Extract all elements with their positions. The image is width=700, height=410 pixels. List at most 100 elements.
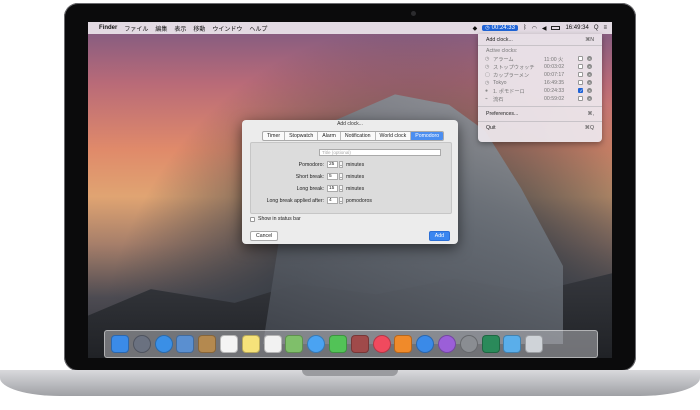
remove-clock-icon[interactable]: × bbox=[587, 56, 592, 61]
tab-alarm[interactable]: Alarm bbox=[318, 132, 341, 140]
bluetooth-icon[interactable]: ᛒ bbox=[523, 25, 527, 31]
menu-view[interactable]: 表示 bbox=[174, 24, 186, 33]
world-clock-icon: ◷ bbox=[485, 80, 490, 86]
clock-item-time: 00:24:33 bbox=[544, 88, 565, 94]
dropbox-icon[interactable]: ◆ bbox=[473, 25, 478, 32]
menu-edit[interactable]: 編集 bbox=[155, 24, 167, 33]
long-break-after-stepper[interactable] bbox=[339, 197, 343, 204]
pomodoro-minutes-field[interactable]: 25 bbox=[327, 161, 338, 168]
itunes-icon[interactable] bbox=[372, 335, 391, 353]
remove-clock-icon[interactable]: × bbox=[587, 96, 592, 101]
spotlight-search-icon[interactable]: Q bbox=[594, 25, 599, 31]
menu-window[interactable]: ウインドウ bbox=[212, 24, 242, 33]
menubar-time[interactable]: 16:49:34 bbox=[565, 25, 588, 31]
long-break-minutes-field[interactable]: 15 bbox=[327, 185, 338, 192]
clock-status-icon: ◷ bbox=[485, 25, 490, 31]
maps-icon[interactable] bbox=[285, 335, 304, 353]
add-clock-dialog: Add clock... Timer Stopwatch Alarm Notif… bbox=[242, 120, 458, 244]
battery-icon[interactable] bbox=[551, 26, 561, 30]
show-in-status-bar-row: Show in status bar bbox=[250, 216, 301, 222]
long-break-stepper[interactable] bbox=[339, 185, 343, 192]
clock-item-name: アラーム bbox=[493, 56, 514, 63]
status-area: ◆ ◷ 00:24:33 ᛒ ◠ ◀ 16:49:34 Q ≡ bbox=[473, 25, 612, 32]
long-break-after-unit: pomodoros bbox=[346, 198, 372, 204]
long-break-after-field[interactable]: 4 bbox=[327, 197, 338, 204]
notes-icon[interactable] bbox=[241, 335, 260, 353]
camera bbox=[411, 11, 416, 16]
long-break-label: Long break: bbox=[296, 186, 324, 192]
launchpad-icon[interactable] bbox=[132, 335, 151, 353]
menu-item-preferences[interactable]: Preferences... ⌘, bbox=[478, 110, 602, 118]
menu-bar: Finder ファイル 編集 表示 移動 ウインドウ ヘルプ ◆ ◷ 00:24… bbox=[88, 22, 612, 34]
remove-clock-icon[interactable]: × bbox=[587, 72, 592, 77]
finder-icon[interactable] bbox=[111, 335, 129, 353]
short-break-label: Short break: bbox=[295, 174, 324, 180]
menu-item-quit[interactable]: Quit ⌘Q bbox=[478, 124, 602, 132]
show-in-status-bar-checkbox[interactable] bbox=[250, 216, 255, 222]
contacts-icon[interactable] bbox=[198, 335, 217, 353]
reminders-icon[interactable] bbox=[263, 335, 282, 353]
active-clocks-header: Active clocks: bbox=[478, 47, 602, 55]
add-button[interactable]: Add bbox=[428, 231, 450, 241]
tab-stopwatch[interactable]: Stopwatch bbox=[285, 132, 319, 140]
safari-icon[interactable] bbox=[154, 335, 173, 353]
clock-item-cup-noodle[interactable]: ▢ カップラーメン 00:07:17 × bbox=[478, 71, 602, 79]
menu-file[interactable]: ファイル bbox=[124, 24, 148, 33]
add-clock-label: Add clock... bbox=[486, 37, 513, 43]
laptop-notch bbox=[302, 370, 398, 376]
short-break-minutes-field[interactable]: 5 bbox=[327, 173, 338, 180]
remove-clock-icon[interactable]: × bbox=[587, 64, 592, 69]
screen-icon[interactable] bbox=[481, 335, 500, 353]
notification-icon: ⌁ bbox=[485, 96, 489, 102]
clock-item-tokyo[interactable]: ◷ Tokyo 16:49:35 × bbox=[478, 79, 602, 87]
clock-item-alarm[interactable]: ◷ アラーム 11:00 火 × bbox=[478, 55, 602, 63]
app-store-icon[interactable] bbox=[416, 335, 435, 353]
tab-notification[interactable]: Notification bbox=[341, 132, 376, 140]
clock-item-checkbox[interactable] bbox=[578, 64, 583, 69]
short-break-stepper[interactable] bbox=[339, 173, 343, 180]
clock-item-stopwatch[interactable]: ◷ ストップウォッチ 00:03:02 × bbox=[478, 63, 602, 71]
clock-item-pomodoro[interactable]: ● 1. ポモドーロ 00:24:33 × bbox=[478, 87, 602, 95]
clock-type-tabs: Timer Stopwatch Alarm Notification World… bbox=[262, 131, 445, 141]
trash-icon[interactable] bbox=[525, 335, 544, 353]
facetime-icon[interactable] bbox=[328, 335, 347, 353]
remove-clock-icon[interactable]: × bbox=[587, 88, 592, 93]
pomodoro-label: Pomodoro: bbox=[298, 162, 324, 168]
clock-app-status-item[interactable]: ◷ 00:24:33 bbox=[482, 25, 518, 31]
notification-center-icon[interactable]: ≡ bbox=[603, 25, 607, 31]
clock-item-checkbox[interactable] bbox=[578, 72, 583, 77]
tab-timer[interactable]: Timer bbox=[263, 132, 286, 140]
active-clocks-header-label: Active clocks: bbox=[486, 48, 518, 54]
remove-clock-icon[interactable]: × bbox=[587, 80, 592, 85]
menu-help[interactable]: ヘルプ bbox=[249, 24, 267, 33]
clock-item-checkbox[interactable] bbox=[578, 80, 583, 85]
cancel-button[interactable]: Cancel bbox=[250, 231, 279, 241]
wifi-icon[interactable]: ◠ bbox=[532, 25, 537, 32]
messages-icon[interactable] bbox=[307, 335, 326, 353]
tab-pomodoro[interactable]: Pomodoro bbox=[411, 132, 444, 140]
stopwatch-icon: ◷ bbox=[485, 64, 490, 70]
menu-go[interactable]: 移動 bbox=[193, 24, 205, 33]
pomodoro-app-icon[interactable] bbox=[437, 335, 456, 353]
desktop-screen: Finder ファイル 編集 表示 移動 ウインドウ ヘルプ ◆ ◷ 00:24… bbox=[88, 22, 612, 358]
ibooks-icon[interactable] bbox=[394, 335, 413, 353]
mail-icon[interactable] bbox=[176, 335, 195, 353]
tab-world-clock[interactable]: World clock bbox=[376, 132, 412, 140]
title-input[interactable]: Title (optional) bbox=[319, 149, 441, 156]
clock-item-checkbox[interactable] bbox=[578, 56, 583, 61]
downloads-folder-icon[interactable] bbox=[503, 335, 522, 353]
clock-item-custom[interactable]: ⌁ 流石 00:59:02 × bbox=[478, 95, 602, 103]
long-break-unit: minutes bbox=[346, 186, 365, 192]
menu-item-add-clock[interactable]: Add clock... ⌘N bbox=[478, 36, 602, 44]
clock-item-checkbox[interactable] bbox=[578, 88, 583, 94]
clock-item-time: 00:03:02 bbox=[544, 64, 565, 70]
app-menu-finder[interactable]: Finder bbox=[99, 25, 117, 31]
clock-item-name: Tokyo bbox=[493, 80, 507, 86]
show-in-status-bar-label[interactable]: Show in status bar bbox=[258, 216, 301, 222]
calendar-icon[interactable] bbox=[219, 335, 238, 353]
photo-booth-icon[interactable] bbox=[350, 335, 369, 353]
clock-item-checkbox[interactable] bbox=[578, 96, 583, 101]
pomodoro-stepper[interactable] bbox=[339, 161, 343, 168]
volume-icon[interactable]: ◀ bbox=[542, 25, 547, 32]
system-preferences-icon[interactable] bbox=[459, 335, 478, 353]
